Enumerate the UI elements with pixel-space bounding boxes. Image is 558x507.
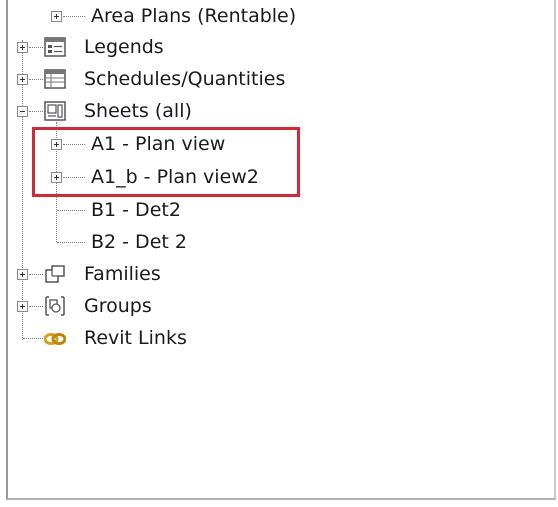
sheet-icon [44, 101, 66, 121]
expand-toggle-icon[interactable] [17, 301, 28, 312]
tree-item-area-plans-rentable[interactable]: Area Plans (Rentable) [0, 2, 320, 30]
tree-connector [29, 111, 43, 112]
family-icon [45, 265, 65, 283]
legend-icon [44, 37, 66, 57]
tree-connector [57, 210, 85, 211]
group-icon [45, 296, 65, 316]
tree-connector [29, 47, 43, 48]
highlight-box [32, 127, 300, 197]
tree-item-label: Legends [84, 36, 164, 58]
tree-item-sheet-b2[interactable]: B2 - Det 2 [0, 228, 300, 256]
tree-item-label: Groups [84, 295, 152, 317]
tree-item-sheets-all[interactable]: Sheets (all) [0, 97, 300, 125]
expand-toggle-icon[interactable] [17, 74, 28, 85]
tree-item-schedules-quantities[interactable]: Schedules/Quantities [0, 65, 320, 93]
tree-item-revit-links[interactable]: Revit Links [0, 324, 300, 352]
tree-item-label: Sheets (all) [84, 100, 192, 122]
tree-item-label: B1 - Det2 [91, 199, 181, 221]
tree-connector [23, 338, 43, 339]
tree-item-label: B2 - Det 2 [91, 231, 187, 253]
tree-item-label: Area Plans (Rentable) [91, 5, 297, 27]
tree-item-label: Revit Links [84, 327, 187, 349]
schedule-icon [44, 69, 66, 89]
expand-toggle-icon[interactable] [17, 269, 28, 280]
tree-item-legends[interactable]: Legends [0, 33, 300, 61]
link-icon [44, 333, 66, 345]
tree-connector [29, 306, 43, 307]
collapse-toggle-icon[interactable] [17, 106, 28, 117]
project-browser-tree: Area Plans (Rentable) Legends Schedules/… [0, 0, 558, 507]
expand-toggle-icon[interactable] [17, 42, 28, 53]
tree-item-families[interactable]: Families [0, 260, 300, 288]
tree-item-label: Schedules/Quantities [84, 68, 286, 90]
tree-item-groups[interactable]: Groups [0, 292, 300, 320]
expand-toggle-icon[interactable] [51, 11, 62, 22]
tree-connector [63, 16, 85, 17]
tree-connector [29, 79, 43, 80]
tree-item-sheet-b1[interactable]: B1 - Det2 [0, 196, 300, 224]
tree-item-label: Families [84, 263, 161, 285]
tree-connector [29, 274, 43, 275]
tree-connector [57, 242, 85, 243]
